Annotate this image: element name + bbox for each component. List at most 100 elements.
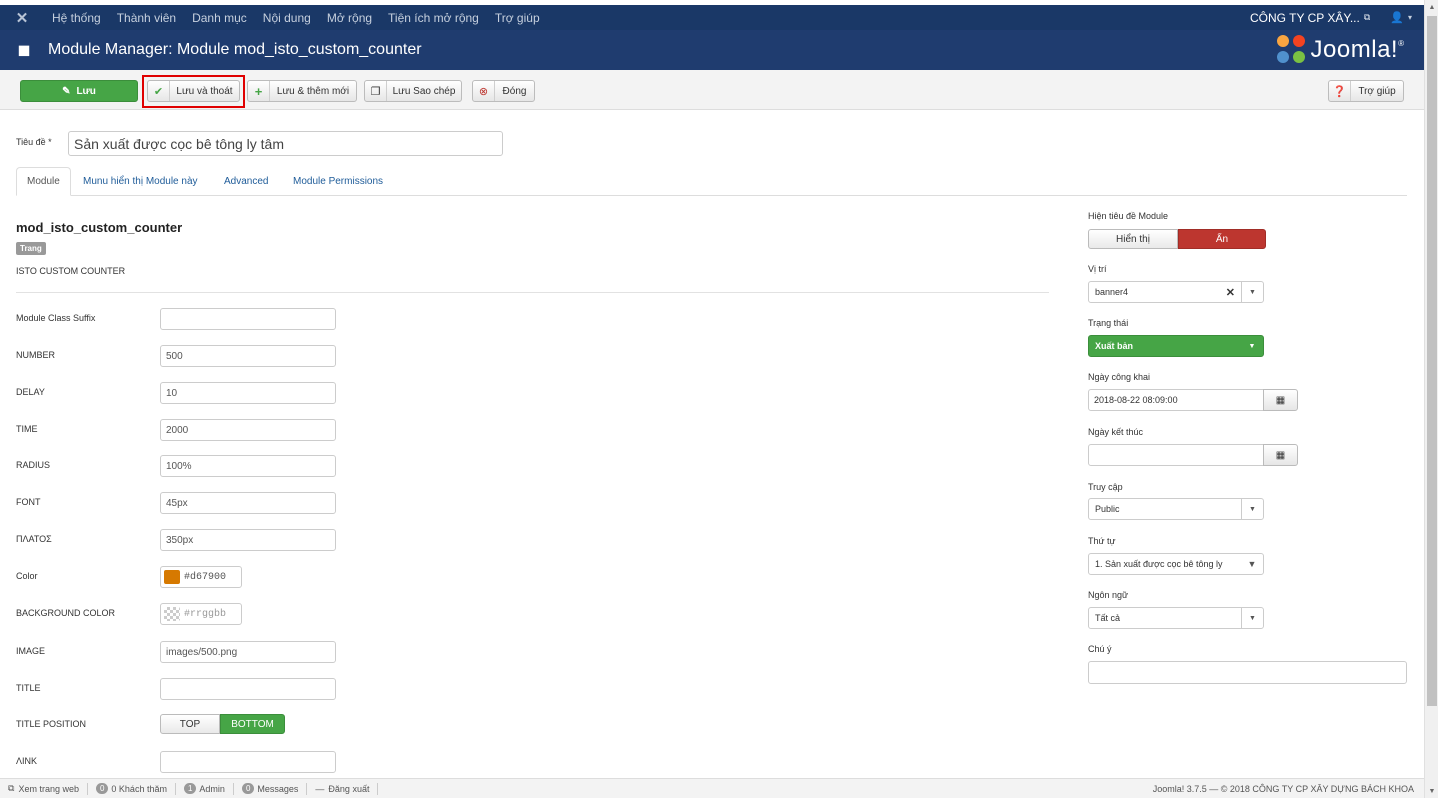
messages-status[interactable]: 0 Messages [234, 782, 308, 795]
note-label: Chú ý [1088, 644, 1112, 654]
menu-extensions[interactable]: Mở rộng [319, 11, 380, 25]
delay-label: DELAY [16, 387, 45, 397]
color-value: #d67900 [184, 571, 227, 583]
menu-help[interactable]: Trợ giúp [487, 11, 548, 25]
tab-menu-assignment[interactable]: Munu hiển thị Module này [83, 167, 198, 196]
tab-advanced[interactable]: Advanced [224, 167, 268, 196]
link-input[interactable] [160, 751, 336, 773]
bgcolor-picker[interactable]: #rrggbb [160, 603, 242, 625]
tab-permissions[interactable]: Module Permissions [293, 167, 383, 196]
save-copy-button[interactable]: ❐ Lưu Sao chép [364, 80, 462, 102]
chevron-down-icon[interactable]: ▼ [1241, 499, 1263, 519]
joomla-logo-icon [1276, 35, 1307, 65]
copy-icon: ❐ [365, 81, 387, 101]
delay-input[interactable]: 10 [160, 382, 336, 404]
joomla-menu-icon[interactable]: ✕ [0, 9, 44, 27]
scroll-up-icon[interactable]: ▲ [1425, 0, 1438, 14]
menu-system[interactable]: Hệ thống [44, 11, 109, 25]
external-link-icon[interactable]: ⧉ [1364, 12, 1370, 23]
title-position-toggle: TOP BOTTOM [160, 714, 285, 734]
font-input[interactable]: 45px [160, 492, 336, 514]
publish-up-label: Ngày công khai [1088, 372, 1151, 382]
time-label: TIME [16, 424, 38, 434]
scroll-down-icon[interactable]: ▼ [1425, 784, 1438, 798]
show-title-show[interactable]: Hiển thị [1088, 229, 1178, 249]
language-value: Tất cả [1095, 613, 1121, 623]
help-button[interactable]: ❓ Trợ giúp [1328, 80, 1404, 102]
close-button[interactable]: ⊗ Đóng [472, 80, 535, 102]
save-new-button[interactable]: + Lưu & thêm mới [247, 80, 357, 102]
plus-icon: + [248, 81, 270, 101]
save-close-button[interactable]: ✔ Lưu và thoát [147, 80, 240, 102]
cube-icon: ◼ [17, 42, 31, 59]
edit-icon: ✎ [62, 85, 71, 97]
time-input[interactable]: 2000 [160, 419, 336, 441]
title-position-bottom[interactable]: BOTTOM [220, 714, 285, 734]
status-select[interactable]: Xuất bản ▼ [1088, 335, 1264, 357]
access-select[interactable]: Public ▼ [1088, 498, 1264, 520]
menu-categories[interactable]: Danh mục [184, 11, 255, 25]
chevron-down-icon[interactable]: ▼ [1241, 554, 1263, 574]
bgcolor-swatch[interactable] [164, 607, 180, 621]
external-link-icon: ⧉ [8, 783, 15, 793]
scrollbar-thumb[interactable] [1427, 16, 1437, 706]
radius-input[interactable]: 100% [160, 455, 336, 477]
view-site-link[interactable]: ⧉ Xem trang web [0, 782, 88, 795]
title-field-input[interactable] [160, 678, 336, 700]
language-label: Ngôn ngữ [1088, 590, 1129, 600]
page-header: ◼ Module Manager: Module mod_isto_custom… [0, 30, 1424, 70]
title-input[interactable]: Sản xuất được cọc bê tông ly tâm [68, 131, 503, 156]
image-label: IMAGE [16, 646, 46, 656]
user-icon[interactable]: 👤 [1390, 11, 1404, 24]
title-position-top[interactable]: TOP [160, 714, 220, 734]
color-label: Color [16, 571, 38, 581]
menu-components[interactable]: Tiện ích mở rộng [380, 11, 487, 25]
chevron-down-icon[interactable]: ▼ [1241, 608, 1263, 628]
language-select[interactable]: Tất cả ▼ [1088, 607, 1264, 629]
menu-content[interactable]: Nội dung [255, 11, 319, 25]
status-label: Trạng thái [1088, 318, 1129, 328]
suffix-input[interactable] [160, 308, 336, 330]
close-circle-icon: ⊗ [473, 81, 495, 101]
scrollbar[interactable]: ▲ ▼ [1424, 0, 1438, 798]
minus-icon: — [315, 783, 325, 794]
number-input[interactable]: 500 [160, 345, 336, 367]
link-label: ΛINK [16, 756, 38, 766]
save-new-label: Lưu & thêm mới [276, 85, 350, 97]
tab-module[interactable]: Module [16, 167, 71, 196]
visitors-status[interactable]: 0 0 Khách thăm [88, 782, 176, 795]
publish-down-label: Ngày kết thúc [1088, 427, 1144, 437]
messages-label: Messages [257, 783, 299, 794]
status-value: Xuất bản [1095, 341, 1134, 351]
messages-count: 0 [241, 783, 255, 794]
module-description: ISTO CUSTOM COUNTER [16, 266, 126, 276]
save-button[interactable]: ✎ Lưu [20, 80, 138, 102]
calendar-icon[interactable]: ▦ [1263, 444, 1298, 466]
site-name-link[interactable]: CÔNG TY CP XÂY... [1250, 11, 1364, 25]
title-position-label: TITLE POSITION [16, 719, 87, 729]
color-swatch[interactable] [164, 570, 180, 584]
chevron-down-icon[interactable]: ▾ [1408, 13, 1412, 22]
logout-label: Đăng xuất [328, 783, 370, 794]
chevron-down-icon[interactable]: ▼ [1241, 336, 1263, 356]
calendar-icon[interactable]: ▦ [1263, 389, 1298, 411]
width-input[interactable]: 350px [160, 529, 336, 551]
chevron-down-icon[interactable]: ▼ [1241, 282, 1263, 302]
logout-link[interactable]: — Đăng xuất [307, 782, 379, 795]
position-select[interactable]: banner4 ✕ ▼ [1088, 281, 1264, 303]
publish-down-input[interactable] [1088, 444, 1264, 466]
color-picker[interactable]: #d67900 [160, 566, 242, 588]
note-input[interactable] [1088, 661, 1407, 684]
menu-users[interactable]: Thành viên [109, 11, 184, 25]
show-title-hide[interactable]: Ẩn [1178, 229, 1266, 249]
font-label: FONT [16, 497, 41, 507]
publish-up-input[interactable]: 2018-08-22 08:09:00 [1088, 389, 1264, 411]
show-title-label: Hiện tiêu đề Module [1088, 211, 1169, 221]
joomla-logo: Joomla! ® [1276, 35, 1404, 65]
image-input[interactable]: images/500.png [160, 641, 336, 663]
footer-copyright: Joomla! 3.7.5 — © 2018 CÔNG TY CP XÂY DỰ… [1152, 783, 1414, 794]
clear-icon[interactable]: ✕ [1226, 286, 1235, 299]
ordering-select[interactable]: 1. Sản xuất được cọc bê tông ly ▼ [1088, 553, 1264, 575]
admin-menubar: ✕ Hệ thống Thành viên Danh mục Nội dung … [0, 5, 1424, 30]
admin-status[interactable]: 1 Admin [176, 782, 234, 795]
